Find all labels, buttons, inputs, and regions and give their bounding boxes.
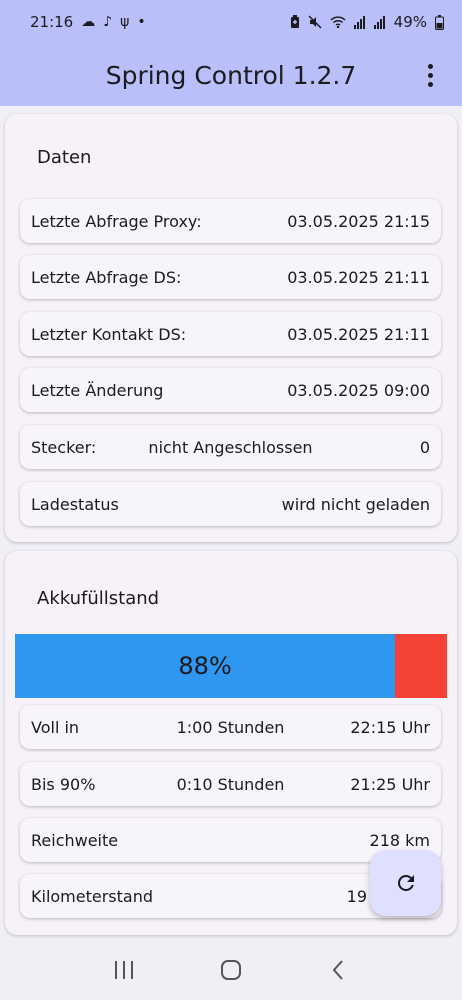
- row-value: wird nicht geladen: [281, 494, 430, 514]
- recent-apps-icon: [114, 961, 133, 979]
- battery-icon: [435, 14, 444, 30]
- status-bar-right: 49%: [290, 13, 444, 31]
- list-item: Letzte Abfrage DS: 03.05.2025 21:11: [20, 255, 441, 299]
- akku-card-title: Akkufüllstand: [37, 588, 160, 609]
- recent-apps-button[interactable]: [104, 950, 144, 990]
- back-icon: [332, 960, 344, 980]
- row-value: 19: [346, 886, 367, 906]
- music-note-icon: ♪: [103, 14, 113, 30]
- refresh-button[interactable]: [370, 850, 441, 916]
- status-time: 21:16: [30, 13, 74, 31]
- battery-percent-label: 88%: [178, 652, 232, 680]
- daten-card-title: Daten: [37, 147, 92, 168]
- row-label: Letzte Änderung: [31, 380, 164, 400]
- battery-saver-icon: [290, 15, 299, 28]
- home-icon: [220, 960, 241, 980]
- row-value: 03.05.2025 21:11: [287, 324, 430, 344]
- row-label: Letzte Abfrage Proxy:: [31, 211, 202, 231]
- back-button[interactable]: [318, 950, 358, 990]
- mute-icon: [308, 15, 322, 29]
- row-label: Stecker:: [31, 437, 97, 457]
- more-options-button[interactable]: [418, 58, 442, 92]
- battery-level-bar: 88%: [15, 634, 447, 698]
- row-label: Kilometerstand: [31, 886, 154, 906]
- row-value: 0: [419, 437, 430, 457]
- refresh-icon: [397, 875, 414, 891]
- more-vert-icon: [427, 63, 433, 69]
- wifi-icon: [330, 16, 346, 29]
- list-item: Letzte Abfrage Proxy: 03.05.2025 21:15: [20, 199, 441, 243]
- row-value: 03.05.2025 21:11: [287, 267, 430, 287]
- row-value: 22:15 Uhr: [350, 717, 430, 737]
- dot-icon: •: [137, 14, 146, 30]
- system-nav-bar: [0, 940, 462, 1000]
- cloud-icon: ☁: [81, 14, 96, 30]
- app-title: Spring Control 1.2.7: [105, 60, 357, 90]
- row-label: Reichweite: [31, 830, 119, 850]
- battery-percent: 49%: [393, 13, 427, 31]
- list-item: Voll in 1:00 Stunden 22:15 Uhr: [20, 705, 441, 749]
- signal-icon: [373, 16, 385, 29]
- row-value: 03.05.2025 09:00: [287, 380, 430, 400]
- list-item: Letzte Änderung 03.05.2025 09:00: [20, 368, 441, 412]
- daten-card: Daten Letzte Abfrage Proxy: 03.05.2025 2…: [5, 114, 457, 542]
- row-value: 21:25 Uhr: [350, 774, 430, 794]
- row-label: Voll in: [31, 717, 80, 737]
- signal-icon: [353, 16, 365, 29]
- home-button[interactable]: [211, 950, 251, 990]
- row-value: 218 km: [369, 830, 430, 850]
- row-label: Ladestatus: [31, 494, 119, 514]
- row-label: Letzter Kontakt DS:: [31, 324, 187, 344]
- battery-level-remaining: [395, 634, 447, 698]
- list-item: Stecker: nicht Angeschlossen 0: [20, 425, 441, 469]
- status-bar: 21:16 ☁ ♪ ψ • 49%: [0, 0, 462, 44]
- list-item: Ladestatus wird nicht geladen: [20, 482, 441, 526]
- app-bar: Spring Control 1.2.7: [0, 44, 462, 106]
- row-label: Letzte Abfrage DS:: [31, 267, 182, 287]
- list-item: Letzter Kontakt DS: 03.05.2025 21:11: [20, 312, 441, 356]
- status-bar-left: 21:16 ☁ ♪ ψ •: [30, 13, 146, 31]
- row-value: 03.05.2025 21:15: [287, 211, 430, 231]
- row-label: Bis 90%: [31, 774, 96, 794]
- usb-icon: ψ: [120, 14, 130, 30]
- list-item: Bis 90% 0:10 Stunden 21:25 Uhr: [20, 762, 441, 806]
